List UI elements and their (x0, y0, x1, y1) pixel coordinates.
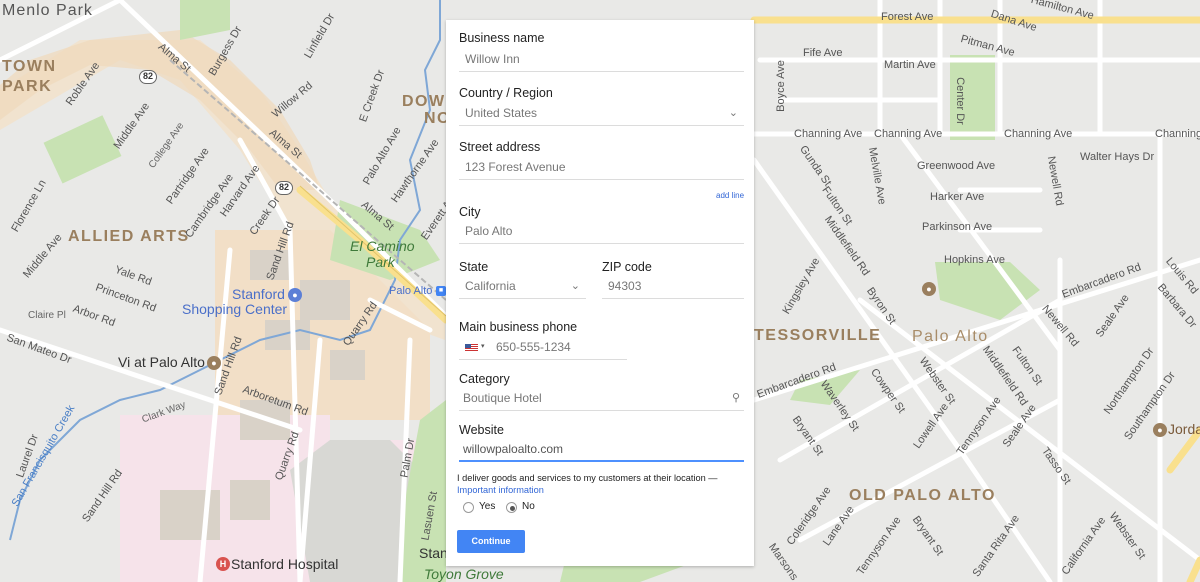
state-select[interactable]: California ⌄ (459, 275, 586, 299)
map-label-allied-arts: ALLIED ARTS (68, 228, 190, 245)
chevron-down-icon: ⌄ (570, 280, 580, 292)
business-name-value: Willow Inn (465, 52, 520, 66)
map-label-professorville: TESSORVILLE (754, 327, 882, 344)
place-icon[interactable]: ● (1153, 423, 1167, 437)
poi-jorda[interactable]: Jorda (1168, 421, 1200, 437)
add-line-link[interactable]: add line (716, 191, 744, 200)
website-label: Website (459, 423, 504, 437)
map-label-park: PARK (2, 78, 53, 95)
us-flag-icon[interactable] (465, 344, 478, 352)
phone-label: Main business phone (459, 320, 578, 334)
street-address-input[interactable]: 123 Forest Avenue (459, 156, 744, 180)
shopping-bag-icon[interactable]: ● (288, 288, 302, 302)
important-information-link[interactable]: Important information (457, 485, 544, 495)
street-label: Channing Ave (794, 128, 863, 140)
poi-stan: Stan (419, 545, 448, 561)
phone-input[interactable]: ▾ 650-555-1234 (459, 336, 627, 360)
place-icon[interactable]: ● (922, 282, 936, 296)
city-input[interactable]: Palo Alto (459, 220, 744, 244)
city-value: Palo Alto (465, 224, 513, 238)
city-label: City (459, 205, 481, 219)
poi-stanford-shopping-line1[interactable]: Stanford (232, 286, 285, 302)
train-icon[interactable]: ■ (436, 286, 446, 296)
chevron-down-icon: ⌄ (728, 107, 738, 119)
place-icon[interactable]: ● (207, 356, 221, 370)
street-label: Forest Ave (881, 11, 934, 23)
business-info-form: Business name Willow Inn Country / Regio… (446, 20, 754, 566)
search-icon: ⚲ (731, 392, 740, 404)
map-label-old-palo-alto: OLD PALO ALTO (849, 487, 996, 504)
category-input[interactable]: Boutique Hotel ⚲ (459, 387, 744, 411)
street-label: Hopkins Ave (944, 254, 1005, 266)
category-label: Category (459, 372, 510, 386)
street-label: Walter Hays Dr (1080, 151, 1155, 163)
street-label: Channing (1155, 128, 1200, 140)
delivery-question: I deliver goods and services to my custo… (457, 472, 747, 496)
street-address-label: Street address (459, 140, 541, 154)
poi-stanford-hospital[interactable]: Stanford Hospital (231, 556, 338, 572)
street-label: Boyce Ave (774, 60, 787, 112)
zip-value: 94303 (608, 279, 642, 293)
street-label: Martin Ave (884, 59, 936, 71)
map-label-el-camino: El Camino (350, 238, 415, 254)
street-label: Channing Ave (874, 128, 943, 140)
map-label-palo-alto: Palo Alto (912, 328, 989, 345)
caret-down-icon[interactable]: ▾ (481, 342, 485, 350)
state-value: California (465, 279, 516, 293)
website-value: willowpaloalto.com (463, 442, 564, 456)
country-label: Country / Region (459, 86, 553, 100)
poi-toyon-grove: Toyon Grove (424, 566, 504, 582)
yes-radio[interactable] (463, 502, 474, 513)
yes-label: Yes (479, 501, 496, 512)
poi-vi-palo-alto[interactable]: Vi at Palo Alto (118, 354, 205, 370)
hospital-icon[interactable]: H (216, 557, 230, 571)
poi-stanford-shopping-line2[interactable]: Shopping Center (182, 301, 287, 317)
route-82-shield: 82 (275, 181, 293, 195)
street-label: Harker Ave (930, 191, 985, 203)
zip-label: ZIP code (602, 260, 652, 274)
street-label: Channing Ave (1004, 128, 1073, 140)
state-label: State (459, 260, 489, 274)
street-address-value: 123 Forest Avenue (465, 160, 566, 174)
map-label-town: TOWN (2, 58, 57, 75)
zip-input[interactable]: 94303 (602, 275, 744, 299)
delivery-question-text: I deliver goods and services to my custo… (457, 473, 718, 483)
street-label: Center Dr (953, 77, 966, 125)
country-select[interactable]: United States ⌄ (459, 102, 744, 126)
website-input[interactable]: willowpaloalto.com (459, 438, 744, 462)
phone-value: 650-555-1234 (496, 340, 571, 354)
category-value: Boutique Hotel (463, 391, 542, 405)
street-label: Claire Pl (28, 310, 66, 321)
map-label-menlo-park: Menlo Park (2, 2, 93, 19)
country-value: United States (465, 106, 538, 120)
business-name-input[interactable]: Willow Inn (459, 48, 744, 72)
continue-button[interactable]: Continue (457, 530, 525, 553)
route-82-shield: 82 (139, 70, 157, 84)
street-label: Greenwood Ave (917, 160, 996, 172)
poi-palo-alto-station[interactable]: Palo Alto (389, 285, 432, 297)
street-label: Parkinson Ave (922, 221, 993, 233)
business-name-label: Business name (459, 31, 545, 45)
no-radio[interactable] (506, 502, 517, 513)
no-label: No (522, 501, 535, 512)
street-label: Fife Ave (803, 47, 843, 59)
map-label-el-camino-park: Park (366, 254, 395, 270)
